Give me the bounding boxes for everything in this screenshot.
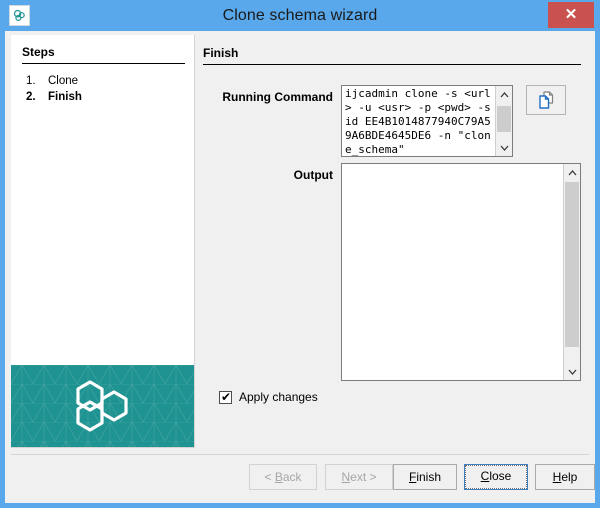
step-label: Finish xyxy=(48,91,82,103)
step-item-finish[interactable]: 2.Finish xyxy=(26,91,82,103)
back-button-label: < Back xyxy=(264,470,301,484)
scroll-down-icon[interactable] xyxy=(564,363,580,380)
finish-button[interactable]: Finish xyxy=(393,464,457,490)
title-bar: Clone schema wizard ✕ xyxy=(0,0,600,31)
check-icon: ✔ xyxy=(221,391,231,404)
copy-command-button[interactable] xyxy=(526,85,566,115)
finish-button-label: Finish xyxy=(409,470,441,484)
scroll-thumb[interactable] xyxy=(497,106,511,132)
steps-divider xyxy=(22,63,185,64)
running-command-text: ijcadmin clone -s <url> -u <usr> -p <pwd… xyxy=(345,87,491,157)
hexagon-cluster-logo xyxy=(74,380,132,432)
steps-panel: Steps 1.Clone 2.Finish Instant JChem xyxy=(11,35,195,448)
section-heading: Finish xyxy=(203,46,238,60)
output-label: Output xyxy=(203,168,333,182)
close-window-button[interactable]: ✕ xyxy=(548,2,594,28)
close-button[interactable]: Close xyxy=(464,464,528,490)
next-button: Next > xyxy=(325,464,393,490)
running-command-label: Running Command xyxy=(203,90,333,104)
scroll-up-icon[interactable] xyxy=(564,164,580,181)
checkbox-box[interactable]: ✔ xyxy=(219,391,232,404)
window-title: Clone schema wizard xyxy=(0,0,600,31)
running-command-scrollbar[interactable] xyxy=(495,86,512,156)
step-label: Clone xyxy=(48,75,78,87)
scroll-thumb[interactable] xyxy=(565,182,579,347)
scroll-down-icon[interactable] xyxy=(496,139,512,156)
output-scrollbar[interactable] xyxy=(563,164,580,380)
step-number: 2. xyxy=(26,91,48,103)
scroll-up-icon[interactable] xyxy=(496,86,512,103)
close-button-label: Close xyxy=(465,465,527,489)
section-divider xyxy=(203,64,581,65)
step-number: 1. xyxy=(26,75,48,87)
help-button[interactable]: Help xyxy=(535,464,595,490)
clone-schema-wizard-window: Clone schema wizard ✕ Steps 1.Clone 2.Fi… xyxy=(0,0,600,508)
steps-heading: Steps xyxy=(22,45,55,59)
next-button-label: Next > xyxy=(341,470,376,484)
finish-panel: Finish Running Command ijcadmin clone -s… xyxy=(195,35,589,448)
brand-panel xyxy=(11,365,194,447)
back-button: < Back xyxy=(249,464,317,490)
copy-icon xyxy=(537,91,556,110)
dialog-client-area: Steps 1.Clone 2.Finish Instant JChem xyxy=(5,31,595,503)
output-field[interactable] xyxy=(341,163,581,381)
apply-changes-label: Apply changes xyxy=(239,390,318,404)
apply-changes-checkbox[interactable]: ✔ Apply changes xyxy=(219,390,318,404)
dialog-button-bar: < Back Next > Finish Close Help xyxy=(11,454,589,498)
running-command-field[interactable]: ijcadmin clone -s <url> -u <usr> -p <pwd… xyxy=(341,85,513,157)
help-button-label: Help xyxy=(553,470,578,484)
step-item-clone[interactable]: 1.Clone xyxy=(26,75,78,87)
